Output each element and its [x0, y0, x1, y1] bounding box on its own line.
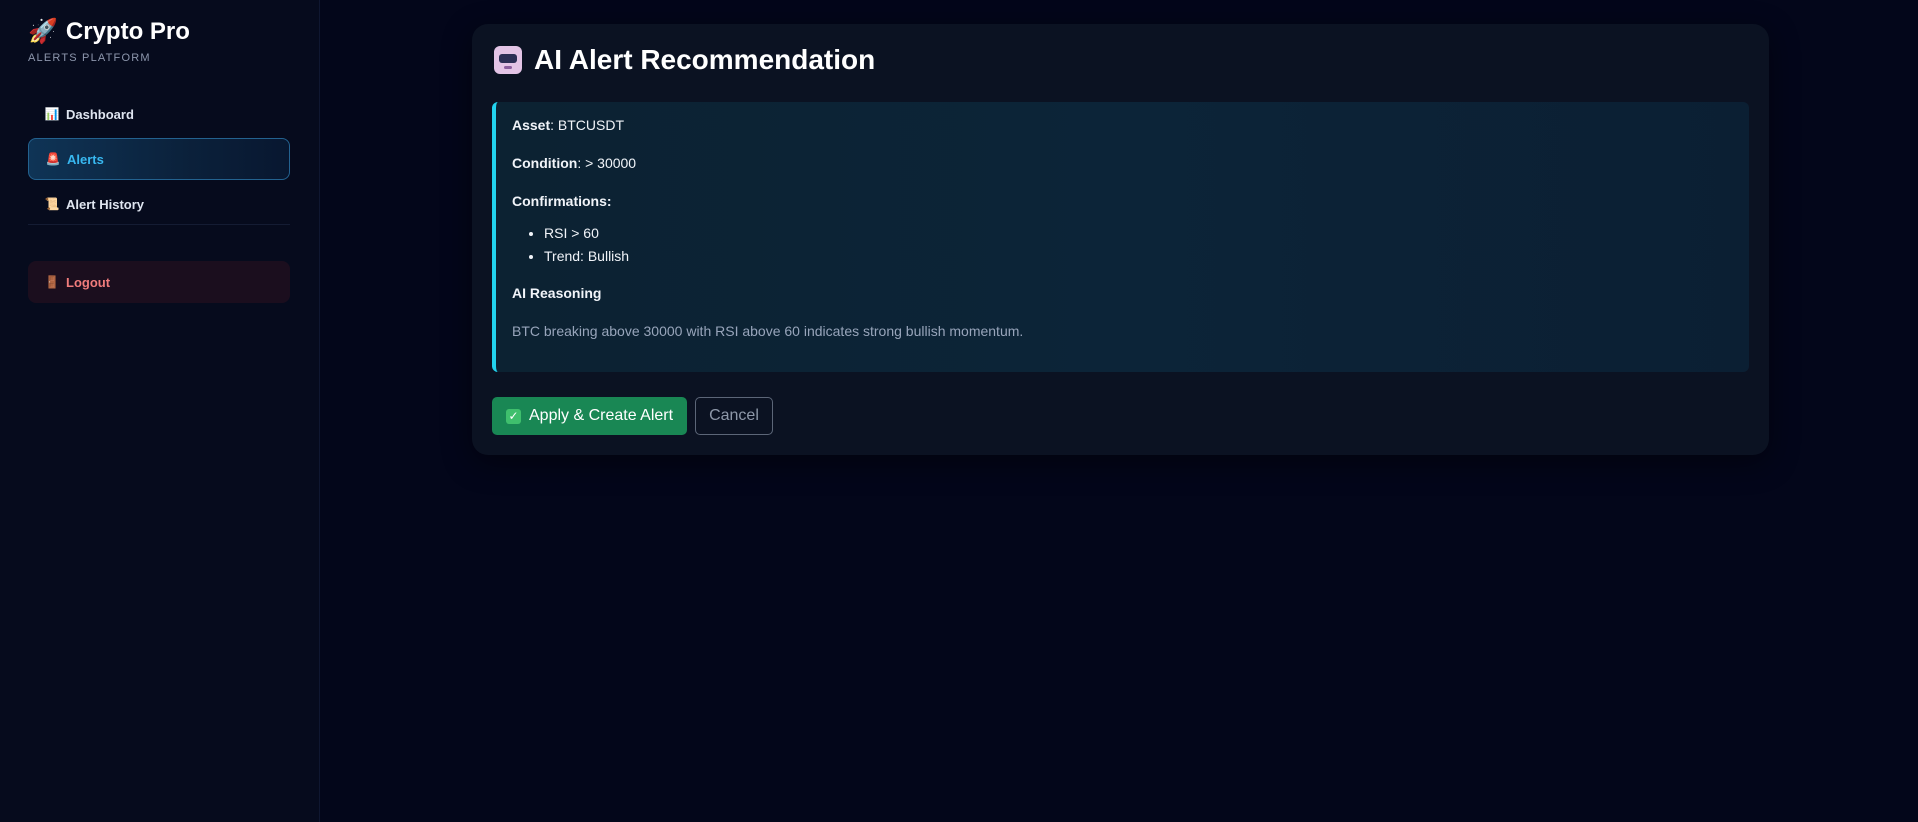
door-icon: 🚪 [44, 275, 60, 289]
recommendation-details: Asset: BTCUSDT Condition: > 30000 Confir… [492, 102, 1749, 372]
asset-label: Asset [512, 117, 551, 133]
asset-row: Asset: BTCUSDT [512, 116, 1733, 134]
nav-divider [28, 224, 290, 225]
sidebar-item-dashboard[interactable]: 📊 Dashboard [28, 93, 290, 135]
sidebar-item-label: Alert History [66, 196, 145, 212]
scroll-icon: 📜 [44, 197, 60, 211]
logout-button[interactable]: 🚪 Logout [28, 261, 290, 303]
brand: 🚀 Crypto Pro ALERTS PLATFORM [28, 18, 190, 64]
sidebar-item-label: Dashboard [66, 106, 134, 122]
apply-label: Apply & Create Alert [529, 407, 674, 424]
sidebar-item-label: Alerts [67, 151, 104, 167]
recommendation-card: AI Alert Recommendation Asset: BTCUSDT C… [472, 24, 1769, 455]
condition-label: Condition [512, 155, 578, 171]
checkmark-icon: ✓ [506, 408, 521, 424]
rocket-icon: 🚀 [28, 18, 58, 45]
chart-icon: 📊 [44, 107, 60, 121]
card-title-text: AI Alert Recommendation [534, 44, 876, 75]
cancel-button[interactable]: Cancel [695, 397, 773, 435]
logout-label: Logout [66, 274, 111, 290]
condition-row: Condition: > 30000 [512, 154, 1733, 172]
asset-value: : BTCUSDT [550, 117, 625, 133]
action-buttons: ✓ Apply & Create Alert Cancel [492, 397, 773, 435]
apply-create-alert-button[interactable]: ✓ Apply & Create Alert [492, 397, 688, 435]
siren-icon: 🚨 [45, 152, 61, 166]
sidebar: 🚀 Crypto Pro ALERTS PLATFORM 📊 Dashboard… [0, 0, 320, 822]
ai-reasoning-text: BTC breaking above 30000 with RSI above … [512, 323, 1024, 339]
ai-reasoning-heading: AI Reasoning [512, 285, 602, 301]
list-item: Trend: Bullish [544, 245, 1733, 268]
sidebar-item-alerts[interactable]: 🚨 Alerts [28, 138, 290, 180]
brand-name: Crypto Pro [65, 18, 190, 45]
condition-value: : > 30000 [577, 155, 637, 171]
confirmations-label: Confirmations: [512, 193, 612, 209]
sidebar-item-alert-history[interactable]: 📜 Alert History [28, 183, 290, 225]
confirmations-list: RSI > 60 Trend: Bullish [512, 222, 1733, 268]
brand-title: 🚀 Crypto Pro [28, 18, 190, 46]
robot-icon [494, 46, 522, 74]
list-item: RSI > 60 [544, 222, 1733, 245]
brand-subtitle: ALERTS PLATFORM [28, 52, 151, 64]
card-title: AI Alert Recommendation [494, 44, 875, 76]
